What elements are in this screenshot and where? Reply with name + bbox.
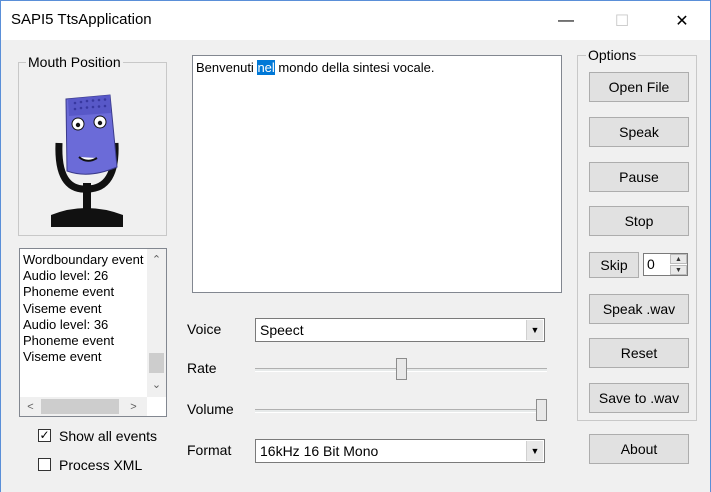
speak-wav-button[interactable]: Speak .wav — [589, 294, 689, 324]
app-window: SAPI5 TtsApplication — ☐ ✕ Mouth Positio… — [0, 0, 711, 492]
minimize-button[interactable]: — — [543, 1, 589, 40]
voice-select[interactable]: Speect ▼ — [255, 318, 545, 342]
maximize-button[interactable]: ☐ — [599, 1, 645, 40]
reset-button[interactable]: Reset — [589, 338, 689, 368]
text-after: mondo della sintesi vocale. — [274, 60, 435, 75]
maximize-icon: ☐ — [614, 12, 630, 30]
list-item[interactable]: Phoneme event — [23, 333, 145, 349]
checkmark-icon: ✓ — [39, 428, 50, 442]
list-item[interactable]: Viseme event — [23, 349, 145, 365]
speak-button[interactable]: Speak — [589, 117, 689, 147]
close-button[interactable]: ✕ — [659, 1, 705, 40]
volume-slider-thumb[interactable] — [536, 399, 547, 421]
spin-down-icon[interactable]: ▼ — [670, 265, 687, 275]
show-all-events-label: Show all events — [59, 428, 158, 444]
options-label: Options — [586, 47, 639, 63]
format-value: 16kHz 16 Bit Mono — [260, 443, 379, 459]
close-icon: ✕ — [675, 12, 689, 30]
format-select[interactable]: 16kHz 16 Bit Mono ▼ — [255, 439, 545, 463]
list-item[interactable]: Viseme event — [23, 301, 145, 317]
list-item[interactable]: Wordboundary event — [23, 252, 145, 268]
minimize-icon: — — [558, 11, 574, 29]
process-xml-label: Process XML — [59, 457, 143, 473]
scroll-up-arrow-icon[interactable]: ⌃ — [148, 251, 165, 268]
scroll-down-arrow-icon[interactable]: ⌄ — [148, 376, 165, 393]
rate-slider-thumb[interactable] — [396, 358, 407, 380]
volume-label: Volume — [187, 401, 234, 417]
save-to-wav-button[interactable]: Save to .wav — [589, 383, 689, 413]
process-xml-checkbox[interactable] — [38, 458, 51, 471]
events-horizontal-scrollbar[interactable]: < > — [20, 397, 147, 416]
scroll-right-arrow-icon[interactable]: > — [125, 398, 142, 415]
rate-label: Rate — [187, 360, 217, 376]
microphone-mascot-icon — [41, 83, 131, 229]
skip-button[interactable]: Skip — [589, 252, 639, 278]
text-selection: nel — [257, 60, 275, 75]
window-title: SAPI5 TtsApplication — [11, 11, 152, 28]
stop-button[interactable]: Stop — [589, 206, 689, 236]
events-vertical-scrollbar[interactable]: ⌃ ⌄ — [147, 249, 166, 397]
chevron-down-icon[interactable]: ▼ — [526, 320, 543, 340]
list-item[interactable]: Phoneme event — [23, 284, 145, 300]
events-listbox[interactable]: Wordboundary event Audio level: 26 Phone… — [19, 248, 167, 417]
list-item[interactable]: Audio level: 36 — [23, 317, 145, 333]
mouth-position-label: Mouth Position — [26, 54, 123, 70]
vertical-scroll-thumb[interactable] — [149, 353, 164, 373]
skip-count-value: 0 — [647, 256, 655, 272]
tts-text-input[interactable]: Benvenuti nel mondo della sintesi vocale… — [192, 55, 562, 293]
volume-slider-track[interactable] — [255, 409, 547, 413]
skip-count-stepper[interactable]: 0 ▲ ▼ — [643, 253, 688, 276]
about-button[interactable]: About — [589, 434, 689, 464]
scroll-left-arrow-icon[interactable]: < — [22, 398, 39, 415]
spin-up-icon[interactable]: ▲ — [670, 254, 687, 264]
text-before: Benvenuti — [196, 60, 258, 75]
format-label: Format — [187, 442, 232, 458]
list-item[interactable]: Audio level: 26 — [23, 268, 145, 284]
pause-button[interactable]: Pause — [589, 162, 689, 192]
title-bar: SAPI5 TtsApplication — ☐ ✕ — [1, 1, 710, 40]
chevron-down-icon[interactable]: ▼ — [526, 441, 543, 461]
open-file-button[interactable]: Open File — [589, 72, 689, 102]
voice-value: Speect — [260, 322, 304, 338]
show-all-events-checkbox[interactable]: ✓ — [38, 429, 51, 442]
events-list-items: Wordboundary event Audio level: 26 Phone… — [23, 252, 145, 396]
horizontal-scroll-thumb[interactable] — [41, 399, 119, 414]
voice-label: Voice — [187, 321, 222, 337]
